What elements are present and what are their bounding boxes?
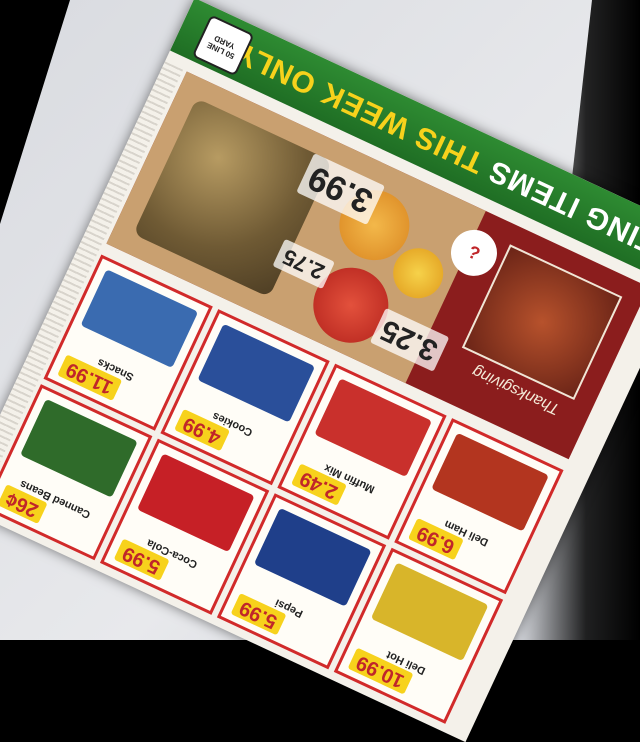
product-image xyxy=(197,323,316,423)
product-image xyxy=(314,378,433,478)
product-image xyxy=(80,269,199,369)
product-image xyxy=(431,432,549,532)
logo-text: 50 LINE YARD xyxy=(205,33,237,61)
